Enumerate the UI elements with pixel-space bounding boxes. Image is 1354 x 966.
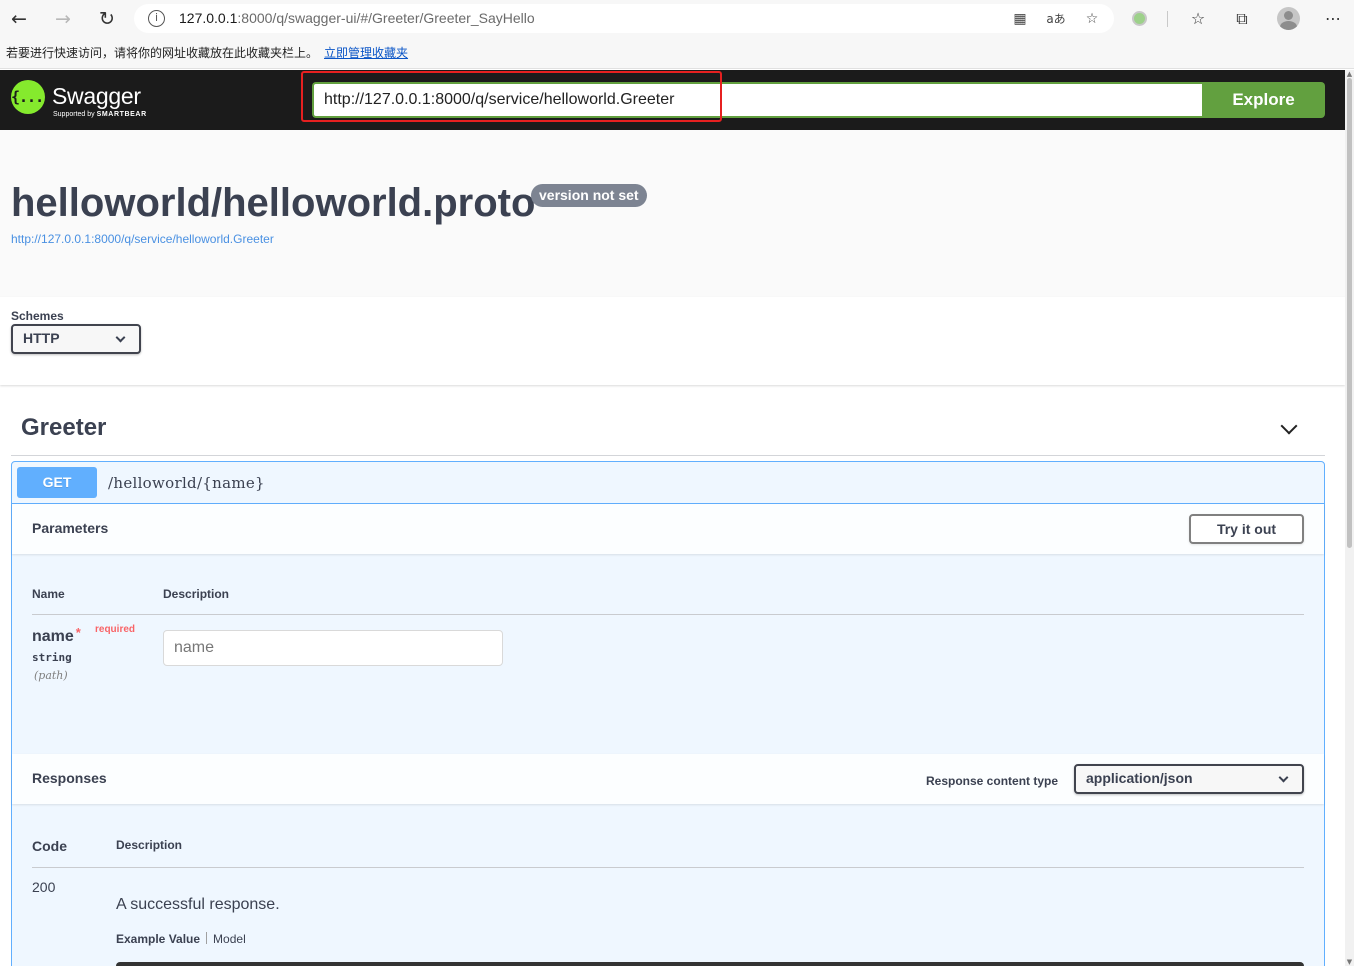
address-bar[interactable]: i 127.0.0.1:8000/q/swagger-ui/#/Greeter/… (134, 4, 1114, 33)
info-section: helloworld/helloworld.proto version not … (0, 130, 1345, 297)
tag-title: Greeter (21, 414, 107, 441)
logo-title: Swagger (52, 83, 141, 109)
operation-block-get: GET /helloworld/{name} Parameters Try it… (11, 461, 1325, 966)
schemes-select[interactable]: HTTP (11, 324, 141, 354)
scroll-up-icon[interactable]: ▲ (1345, 70, 1354, 78)
collections-icon[interactable]: ⧉ (1231, 8, 1253, 30)
scroll-down-icon[interactable]: ▼ (1345, 958, 1354, 966)
explore-button[interactable]: Explore (1202, 82, 1325, 118)
logo-subtitle: Supported by SMARTBEAR (53, 111, 147, 118)
response-content-type-select[interactable]: application/json (1074, 764, 1304, 794)
refresh-icon[interactable]: ↻ (95, 7, 119, 31)
response-content-type-value: application/json (1086, 770, 1193, 786)
favorites-icon[interactable]: ☆ (1187, 8, 1209, 30)
try-it-out-button[interactable]: Try it out (1189, 514, 1304, 544)
col-name-header: Name (32, 587, 65, 601)
tab-example-value[interactable]: Example Value (116, 932, 200, 946)
schemes-label: Schemes (11, 309, 64, 323)
operation-summary[interactable]: GET /helloworld/{name} (12, 462, 1324, 504)
divider (32, 867, 1304, 868)
example-tabs: Example Value Model (116, 932, 246, 946)
param-type: string (32, 651, 72, 664)
address-url[interactable]: 127.0.0.1:8000/q/swagger-ui/#/Greeter/Gr… (179, 10, 535, 26)
param-location: (path) (34, 669, 68, 682)
page-title: helloworld/helloworld.proto (11, 181, 536, 225)
response-content-type-label: Response content type (926, 774, 1059, 788)
version-badge: version not set (531, 184, 647, 207)
swagger-logo-icon: {...} (11, 80, 52, 114)
forward-arrow-icon[interactable]: → (51, 7, 75, 31)
param-name-input[interactable] (163, 630, 503, 666)
param-name: name * (32, 625, 81, 645)
add-favorite-icon[interactable]: ☆ (1082, 9, 1102, 29)
chevron-down-icon (115, 332, 126, 343)
tab-model[interactable]: Model (213, 932, 246, 946)
scroll-thumb[interactable] (1347, 78, 1352, 548)
method-badge: GET (17, 467, 97, 498)
page-scrollbar[interactable]: ▲ ▼ (1345, 70, 1354, 966)
swagger-logo[interactable]: {...} Swagger Supported by SMARTBEAR (11, 79, 161, 123)
chevron-down-icon (1278, 772, 1289, 783)
spec-url-link[interactable]: http://127.0.0.1:8000/q/service/hellowor… (11, 232, 274, 246)
tag-greeter-header[interactable]: Greeter (11, 404, 1325, 456)
spec-url-input[interactable] (312, 82, 1202, 118)
response-description: A successful response. (116, 896, 280, 913)
parameters-title: Parameters (32, 520, 109, 536)
extension-icon[interactable] (1132, 11, 1147, 26)
more-menu-icon[interactable]: ⋯ (1322, 8, 1344, 30)
schemes-section: Schemes HTTP (0, 297, 1345, 385)
back-arrow-icon[interactable]: ← (7, 7, 31, 31)
parameters-header: Parameters Try it out (12, 504, 1324, 554)
browser-toolbar: ← → ↻ i 127.0.0.1:8000/q/swagger-ui/#/Gr… (0, 0, 1354, 38)
example-code-block (116, 962, 1304, 966)
divider (32, 614, 1304, 615)
col-code-header: Code (32, 838, 67, 854)
col-response-description-header: Description (116, 838, 183, 852)
translate-icon[interactable]: aあ (1046, 9, 1066, 29)
favorites-hint: 若要进行快速访问，请将你的网址收藏放在此收藏夹栏上。 立即管理收藏夹 (6, 46, 409, 60)
responses-title: Responses (32, 770, 107, 786)
swagger-topbar: {...} Swagger Supported by SMARTBEAR Exp… (0, 70, 1345, 130)
toolbar-divider (1167, 11, 1168, 27)
schemes-selected-value: HTTP (23, 330, 60, 346)
responses-header: Responses Response content type applicat… (12, 754, 1324, 804)
favorites-bar: 若要进行快速访问，请将你的网址收藏放在此收藏夹栏上。 立即管理收藏夹 (0, 38, 1354, 69)
site-info-icon[interactable]: i (148, 10, 165, 27)
avatar[interactable] (1277, 7, 1300, 30)
response-code: 200 (32, 879, 56, 895)
qr-code-icon[interactable]: ▦ (1010, 9, 1030, 29)
manage-favorites-link[interactable]: 立即管理收藏夹 (324, 46, 408, 60)
param-required: required (95, 624, 136, 635)
chevron-down-icon[interactable] (1280, 417, 1298, 435)
operation-path: /helloworld/{name} (108, 474, 265, 492)
col-description-header: Description (163, 587, 230, 601)
page-viewport: {...} Swagger Supported by SMARTBEAR Exp… (0, 70, 1345, 966)
